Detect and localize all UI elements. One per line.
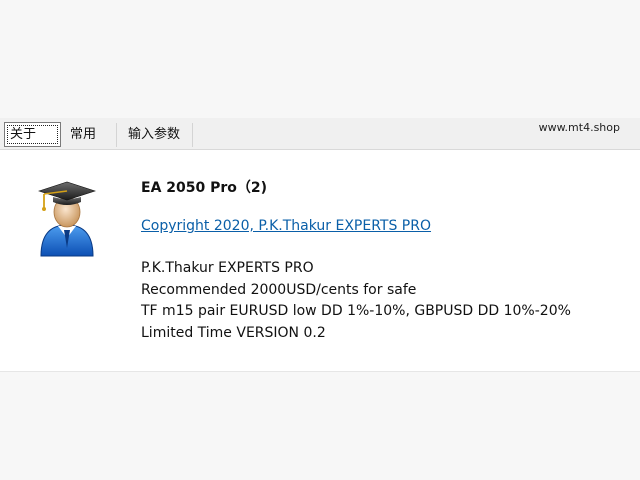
graduate-user-icon bbox=[36, 178, 98, 258]
ea-title: EA 2050 Pro（2) bbox=[141, 180, 268, 196]
bottom-blank-area bbox=[0, 372, 640, 480]
description-line: Recommended 2000USD/cents for safe bbox=[141, 281, 417, 298]
site-watermark: www.mt4.shop bbox=[538, 121, 620, 134]
tab-common[interactable]: 常用 bbox=[65, 123, 117, 147]
description-line: P.K.Thakur EXPERTS PRO bbox=[141, 260, 314, 276]
properties-dialog: 关于 常用 输入参数 www.mt4.shop EA 2050 Pro（2) C… bbox=[0, 0, 640, 480]
tab-about[interactable]: 关于 bbox=[4, 122, 61, 147]
description-line: TF m15 pair EURUSD low DD 1%-10%, GBPUSD… bbox=[141, 303, 571, 319]
tab-inputs[interactable]: 输入参数 bbox=[123, 123, 193, 147]
description: P.K.Thakur EXPERTS PRO Recommended 2000U… bbox=[141, 258, 571, 344]
copyright-link[interactable]: Copyright 2020, P.K.Thakur EXPERTS PRO bbox=[141, 218, 431, 234]
description-line: Limited Time VERSION 0.2 bbox=[141, 324, 326, 341]
top-blank-area bbox=[0, 0, 640, 118]
